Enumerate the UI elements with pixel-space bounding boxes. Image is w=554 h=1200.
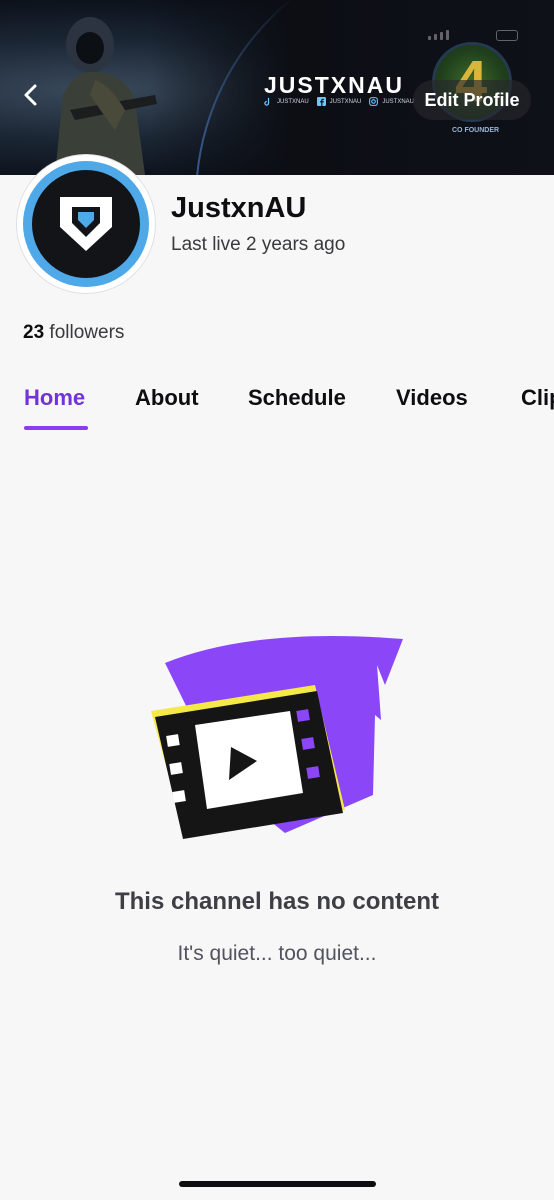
channel-banner: JUSTXNAU JUSTXNAU JUSTXNAU JUSTXNAU 4 CO…: [0, 0, 554, 175]
tab-about[interactable]: About: [135, 385, 199, 411]
banner-brand-title: JUSTXNAU: [264, 72, 404, 98]
avatar[interactable]: [23, 161, 149, 287]
channel-name: JustxnAU: [171, 192, 307, 224]
tab-schedule[interactable]: Schedule: [248, 385, 346, 411]
badge-caption: CO FOUNDER: [452, 127, 500, 134]
banner-social-tiktok: JUSTXNAU: [264, 97, 309, 106]
followers-number: 23: [23, 322, 45, 343]
edit-profile-button[interactable]: Edit Profile: [413, 80, 531, 120]
tab-clips[interactable]: Clips: [521, 385, 554, 411]
followers-label: followers: [49, 322, 125, 343]
soldier-silhouette: [55, 17, 157, 175]
banner-social-label: JUSTXNAU: [382, 98, 415, 105]
banner-social-instagram: JUSTXNAU: [369, 97, 414, 106]
back-button[interactable]: [14, 78, 48, 112]
home-indicator[interactable]: [179, 1181, 376, 1187]
followers-count[interactable]: 23 followers: [23, 322, 124, 344]
tiktok-icon: [264, 97, 270, 106]
last-live-status: Last live 2 years ago: [171, 234, 346, 255]
empty-state-subtitle: It's quiet... too quiet...: [177, 942, 377, 965]
status-battery: [496, 30, 518, 41]
empty-state-title: This channel has no content: [114, 888, 440, 915]
facebook-icon: [316, 97, 326, 106]
instagram-icon: [369, 97, 379, 106]
channel-tabs: Home About Schedule Videos Clips: [0, 372, 554, 432]
film-play-icon: [151, 636, 403, 839]
active-tab-underline: [24, 426, 88, 430]
chevron-left-icon: [24, 84, 37, 106]
banner-social-facebook: JUSTXNAU: [316, 97, 362, 106]
banner-social-label: JUSTXNAU: [329, 98, 362, 105]
tab-home[interactable]: Home: [24, 385, 85, 411]
banner-socials: JUSTXNAU JUSTXNAU JUSTXNAU: [264, 97, 414, 106]
banner-social-label: JUSTXNAU: [277, 98, 309, 105]
avatar-inner: [32, 170, 140, 278]
status-signal: [428, 30, 449, 40]
tab-videos[interactable]: Videos: [396, 385, 468, 411]
shield-logo-icon: [60, 197, 112, 251]
